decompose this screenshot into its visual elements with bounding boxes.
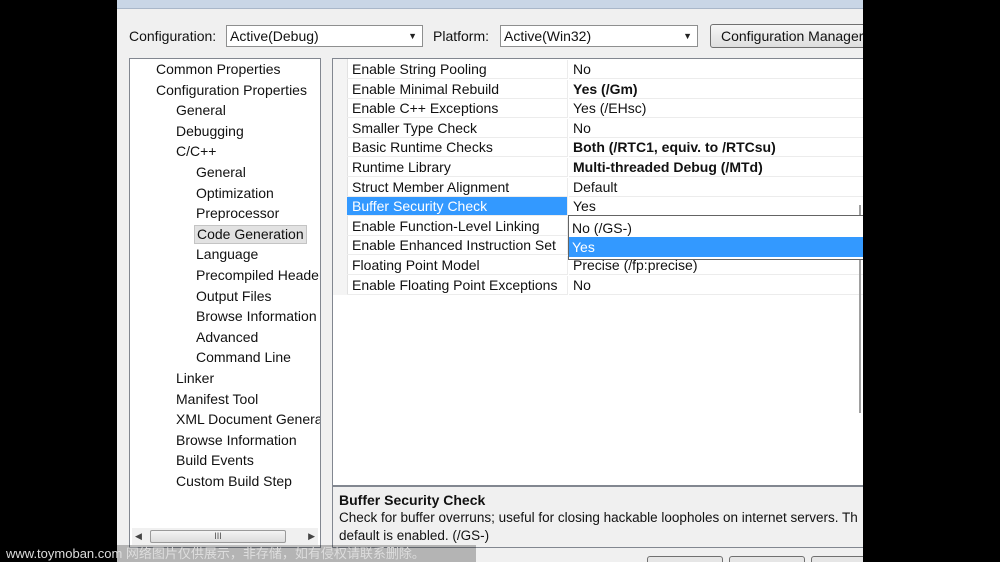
- property-name[interactable]: Enable Enhanced Instruction Set: [347, 236, 568, 256]
- chevron-down-icon: ▼: [683, 31, 692, 41]
- description-panel: Buffer Security Check Check for buffer o…: [332, 486, 863, 548]
- property-name[interactable]: Enable Function-Level Linking: [347, 216, 568, 236]
- scroll-left-icon[interactable]: ◀: [135, 528, 142, 545]
- tree-item[interactable]: General: [174, 101, 228, 120]
- tree-item[interactable]: Custom Build Step: [174, 472, 294, 491]
- tree-item[interactable]: Output Files: [194, 287, 273, 306]
- title-bar-edge: [117, 0, 863, 9]
- description-line-2: default is enabled. (/GS-): [339, 528, 490, 543]
- property-value[interactable]: Yes: [569, 197, 863, 217]
- tree-horizontal-scrollbar[interactable]: ◀ III ▶: [132, 528, 318, 545]
- tree-item[interactable]: Advanced: [194, 328, 260, 347]
- property-name[interactable]: Enable Minimal Rebuild: [347, 79, 568, 99]
- scroll-right-icon[interactable]: ▶: [308, 528, 315, 545]
- tree-item[interactable]: Debugging: [174, 122, 246, 141]
- tree-item[interactable]: Build Events: [174, 451, 256, 470]
- property-row[interactable]: Struct Member Alignment Default: [347, 177, 863, 198]
- property-value[interactable]: Multi-threaded Debug (/MTd): [569, 158, 863, 177]
- property-row[interactable]: Runtime Library Multi-threaded Debug (/MT…: [347, 158, 863, 178]
- property-row[interactable]: Enable String Pooling No: [347, 60, 863, 80]
- description-line-1: Check for buffer overruns; useful for cl…: [339, 510, 858, 525]
- property-value[interactable]: Default: [569, 178, 863, 197]
- property-value[interactable]: No: [569, 276, 863, 295]
- ok-button[interactable]: [647, 556, 723, 562]
- scroll-thumb[interactable]: III: [150, 530, 286, 543]
- tree-item[interactable]: Common Properties: [154, 60, 283, 79]
- cancel-button[interactable]: [729, 556, 805, 562]
- tree-item[interactable]: Configuration Properties: [154, 81, 309, 100]
- property-value[interactable]: No: [569, 60, 863, 79]
- property-name[interactable]: Enable String Pooling: [347, 60, 568, 79]
- property-grid[interactable]: Enable String Pooling No Enable Minimal Re…: [332, 58, 863, 486]
- property-name[interactable]: Floating Point Model: [347, 256, 568, 275]
- tree-item[interactable]: Precompiled Headers: [194, 266, 320, 285]
- watermark-text: www.toymoban.com 网络图片仅供展示，非存储，如有侵权请联系删除。: [0, 545, 476, 562]
- property-value[interactable]: Both (/RTC1, equiv. to /RTCsu): [569, 138, 863, 158]
- tree-item[interactable]: Optimization: [194, 184, 276, 203]
- property-name[interactable]: Runtime Library: [347, 158, 568, 177]
- description-title: Buffer Security Check: [339, 492, 486, 508]
- tree-item[interactable]: XML Document Generator: [174, 410, 320, 429]
- grid-gutter: [333, 59, 348, 295]
- property-row[interactable]: Enable Floating Point Exceptions No: [347, 275, 863, 296]
- property-row[interactable]: Enable C++ Exceptions Yes (/EHsc): [347, 99, 863, 119]
- property-name[interactable]: Basic Runtime Checks: [347, 138, 568, 158]
- property-row[interactable]: Smaller Type Check No: [347, 118, 863, 139]
- property-value[interactable]: Yes (/Gm): [569, 80, 863, 99]
- configuration-label: Configuration:: [129, 28, 217, 44]
- tree-item[interactable]: Browse Information: [194, 307, 319, 326]
- buffer-security-dropdown[interactable]: No (/GS-) Yes: [568, 215, 863, 260]
- configuration-manager-button[interactable]: Configuration Manager...: [710, 24, 863, 48]
- tree-item[interactable]: Browse Information: [174, 431, 299, 450]
- property-name[interactable]: Enable C++ Exceptions: [347, 99, 568, 119]
- property-row[interactable]: Buffer Security Check Yes: [347, 197, 863, 217]
- tree-item[interactable]: Manifest Tool: [174, 390, 260, 409]
- property-row[interactable]: Enable Minimal Rebuild Yes (/Gm): [347, 79, 863, 100]
- property-value[interactable]: Yes (/EHsc): [569, 99, 863, 119]
- property-name[interactable]: Buffer Security Check: [347, 197, 568, 217]
- apply-button[interactable]: [811, 556, 863, 562]
- tree-item[interactable]: Code Generation: [194, 224, 307, 244]
- dropdown-option-no-gs[interactable]: No (/GS-): [569, 218, 863, 238]
- property-tree[interactable]: Common Properties Configuration Propertie…: [129, 58, 321, 548]
- platform-value: Active(Win32): [504, 28, 592, 44]
- property-row[interactable]: Basic Runtime Checks Both (/RTC1, equiv. …: [347, 138, 863, 158]
- dropdown-option-yes[interactable]: Yes: [569, 237, 863, 257]
- tree-item[interactable]: Preprocessor: [194, 204, 281, 223]
- tree-item[interactable]: C/C++: [174, 142, 218, 161]
- configuration-value: Active(Debug): [230, 28, 319, 44]
- property-pages-dialog: Configuration: Active(Debug) ▼ Platform:…: [117, 0, 863, 562]
- tree-item[interactable]: Command Line: [194, 348, 293, 367]
- platform-select[interactable]: Active(Win32) ▼: [500, 25, 698, 47]
- tree-item[interactable]: Language: [194, 245, 260, 264]
- property-name[interactable]: Enable Floating Point Exceptions: [347, 275, 568, 295]
- property-name[interactable]: Struct Member Alignment: [347, 177, 568, 197]
- tree-item[interactable]: Linker: [174, 369, 216, 388]
- property-value[interactable]: No: [569, 119, 863, 138]
- configuration-select[interactable]: Active(Debug) ▼: [226, 25, 423, 47]
- property-name[interactable]: Smaller Type Check: [347, 118, 568, 138]
- chevron-down-icon: ▼: [408, 31, 417, 41]
- platform-label: Platform:: [433, 28, 490, 44]
- tree-item[interactable]: General: [194, 163, 248, 182]
